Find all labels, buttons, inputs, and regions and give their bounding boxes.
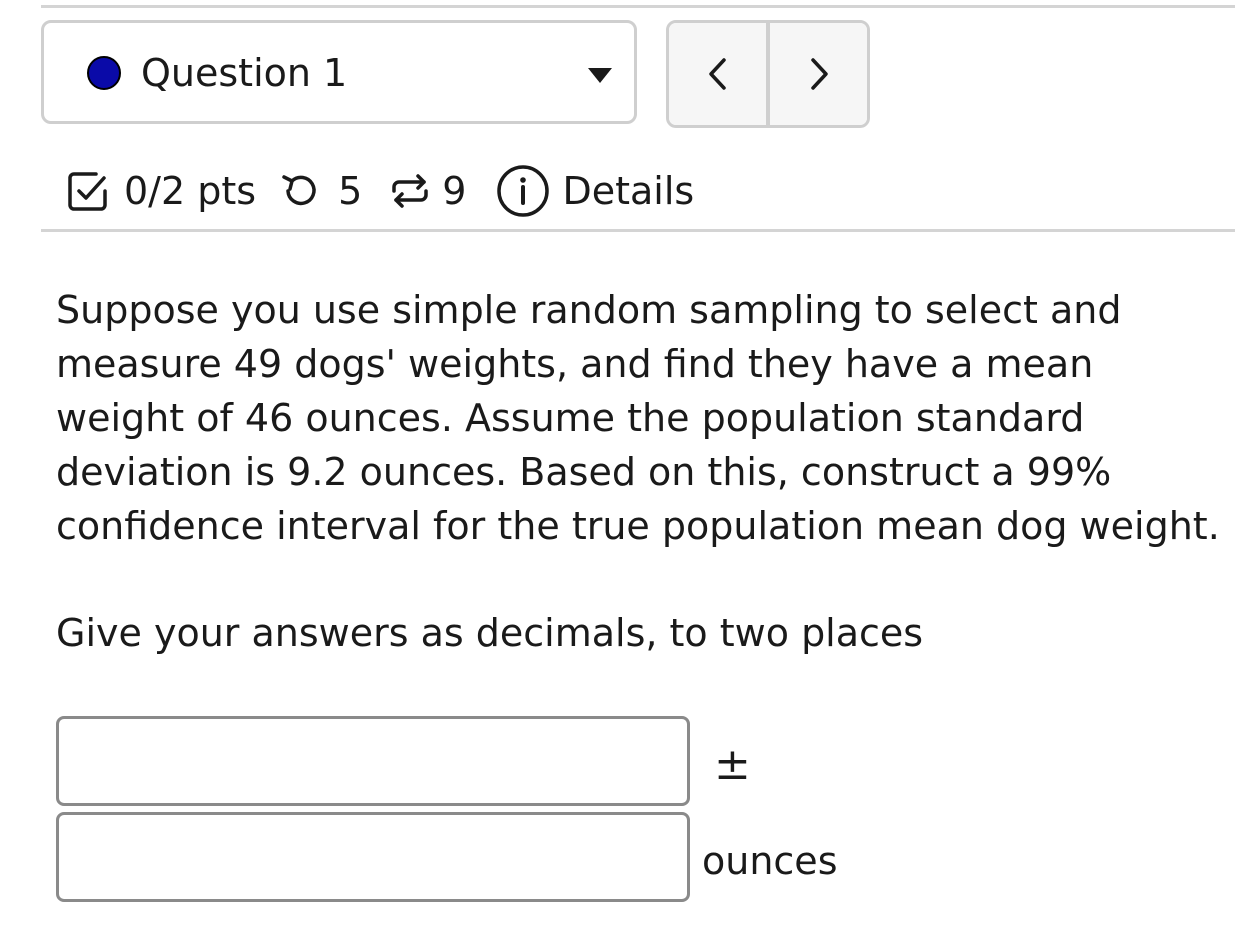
checkbox-icon xyxy=(66,169,110,213)
undo-icon xyxy=(278,169,322,213)
header-divider xyxy=(41,229,1235,232)
submissions-count: 9 xyxy=(442,169,467,213)
chevron-right-icon xyxy=(810,58,828,90)
repeat-icon xyxy=(388,169,432,213)
question-dropdown[interactable]: Question 1 xyxy=(41,20,637,124)
point-estimate-input[interactable] xyxy=(56,716,690,806)
caret-down-icon xyxy=(588,68,612,83)
retries-count: 5 xyxy=(338,169,363,213)
plus-minus-symbol: ± xyxy=(714,739,751,790)
question-status-dot xyxy=(87,56,121,90)
question-meta-bar: 0/2 pts 5 9 Details xyxy=(66,158,694,224)
info-icon[interactable] xyxy=(496,164,550,218)
question-text: Suppose you use simple random sampling t… xyxy=(56,288,1220,548)
question-dropdown-label: Question 1 xyxy=(141,51,348,95)
question-page: Question 1 0/2 pts 5 9 Details Suppose y… xyxy=(0,0,1259,932)
margin-of-error-input[interactable] xyxy=(56,812,690,902)
chevron-left-icon xyxy=(708,58,726,90)
answer-instructions: Give your answers as decimals, to two pl… xyxy=(56,611,924,655)
previous-question-button[interactable] xyxy=(669,23,766,125)
question-nav-buttons xyxy=(666,20,870,128)
top-divider xyxy=(41,5,1235,8)
unit-label: ounces xyxy=(702,839,838,883)
points-value: 0/2 pts xyxy=(124,169,257,213)
details-link[interactable]: Details xyxy=(562,167,694,215)
next-question-button[interactable] xyxy=(770,23,867,125)
